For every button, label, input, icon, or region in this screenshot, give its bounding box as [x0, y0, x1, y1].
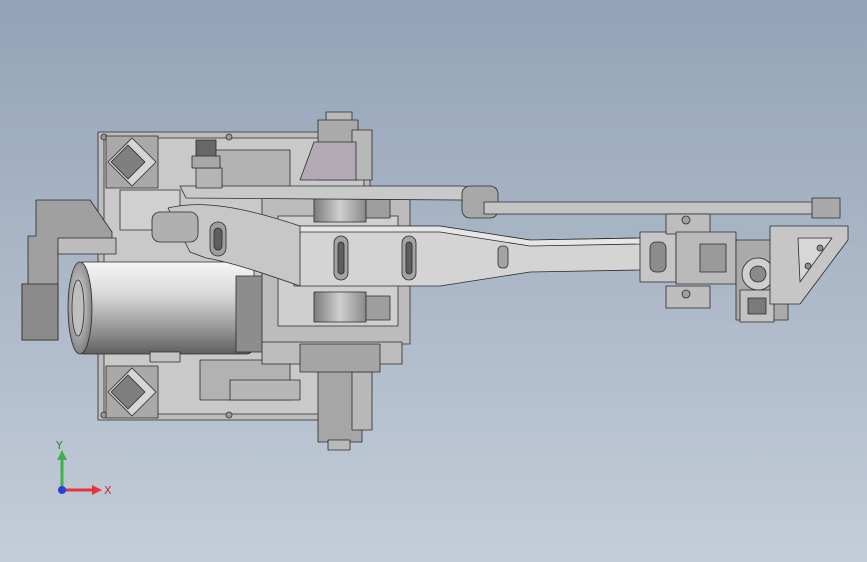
x-axis-arrow-head: [92, 485, 102, 495]
corner-block-bottom[interactable]: [105, 365, 159, 419]
corner-block-top[interactable]: [105, 135, 159, 189]
bottom-post[interactable]: [317, 365, 373, 451]
end-triangle-bracket[interactable]: [769, 225, 849, 305]
robot-arm-assembly-model[interactable]: [0, 0, 867, 562]
x-axis-label: X: [104, 484, 112, 497]
3d-graphics-viewport[interactable]: Y X: [0, 0, 867, 562]
drive-motor[interactable]: [67, 261, 267, 363]
top-knob[interactable]: [191, 139, 221, 169]
coordinate-triad: Y X: [55, 440, 112, 497]
upper-parallel-rod[interactable]: [483, 197, 841, 219]
main-arm-link[interactable]: [293, 225, 667, 287]
wrist-joint[interactable]: [639, 213, 737, 309]
z-axis-dot: [58, 486, 66, 494]
y-axis-label: Y: [55, 440, 63, 452]
